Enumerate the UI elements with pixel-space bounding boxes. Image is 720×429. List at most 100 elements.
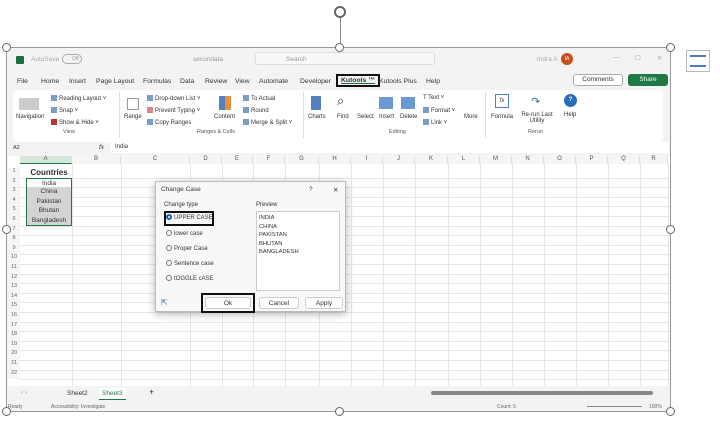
radio-sentence-case[interactable]: Sentence case [166,260,214,267]
column-header[interactable]: N [512,156,544,164]
cell[interactable]: Bhutan [26,206,72,216]
column-header[interactable]: M [480,156,512,164]
snap-button[interactable]: Snap ˅ [51,107,78,114]
radio-proper-case[interactable]: Proper Case [166,245,208,252]
dialog-close-button[interactable]: ✕ [333,186,338,194]
radio-upper-case[interactable]: UPPER CASE [166,214,213,221]
row-header[interactable]: 4 [8,196,20,207]
add-sheet-button[interactable]: + [149,387,154,397]
formula-input[interactable]: India [111,142,669,153]
prevent-typing-button[interactable]: Prevent Typing ˅ [147,107,200,114]
column-header[interactable]: A [20,156,72,164]
row-header[interactable]: 3 [8,187,20,197]
maximize-icon[interactable]: ☐ [635,54,641,62]
radio-toggle-case[interactable]: tOGGLE cASE [166,275,214,282]
row-header[interactable]: 22 [8,369,20,380]
cell[interactable]: India [26,177,72,188]
row-header[interactable]: 8 [8,235,20,245]
apply-button[interactable]: Apply [305,297,343,309]
column-header[interactable]: J [383,156,415,164]
formula-button[interactable]: Formula [491,114,513,120]
rotate-handle-icon[interactable] [334,6,346,18]
column-header[interactable]: B [72,156,121,164]
tab-formulas[interactable]: Formulas [143,78,171,85]
name-box[interactable]: A2 [13,145,20,151]
to-actual-button[interactable]: To Actual [243,95,275,102]
link-button[interactable]: Link ˅ [423,119,447,126]
resize-handle[interactable] [666,43,675,52]
find-button[interactable]: Find [337,114,349,120]
zoom-level[interactable]: 100% [649,404,662,410]
round-button[interactable]: Round [243,107,269,114]
comments-button[interactable]: Comments [573,74,623,86]
dialog-help-button[interactable]: ? [309,186,313,193]
column-header[interactable]: C [121,156,190,164]
resize-handle[interactable] [666,225,675,234]
layout-options-icon[interactable] [686,50,710,72]
tab-automate[interactable]: Automate [259,78,288,85]
external-link-icon[interactable]: ⇱ [161,298,168,307]
row-header[interactable]: 1 [8,168,20,178]
cell[interactable]: Pakistan [26,196,72,207]
column-header[interactable]: E [222,156,253,164]
rerun-button[interactable]: Re-run Last Utility [519,112,555,124]
column-header[interactable]: I [351,156,383,164]
more-button[interactable]: More [464,114,478,120]
column-header[interactable]: K [415,156,448,164]
row-header[interactable]: 18 [8,331,20,341]
format-button[interactable]: Format ˅ [423,107,455,114]
resize-handle[interactable] [666,407,675,416]
resize-handle[interactable] [335,43,344,52]
copy-ranges-button[interactable]: Copy Ranges [147,119,191,126]
row-header[interactable]: 13 [8,283,20,293]
ok-button[interactable]: Ok [205,297,251,309]
tab-page-layout[interactable]: Page Layout [96,78,134,85]
column-header[interactable]: Q [608,156,640,164]
tab-insert[interactable]: Insert [69,78,86,85]
delete-button[interactable]: Delete [400,114,417,120]
tab-data[interactable]: Data [180,78,194,85]
cell[interactable]: Bangladesh [26,216,72,226]
tab-file[interactable]: File [17,78,28,85]
tab-view[interactable]: View [235,78,250,85]
row-header[interactable]: 2 [8,177,20,188]
row-header[interactable]: 21 [8,360,20,370]
close-window-icon[interactable]: ✕ [657,54,662,62]
row-header[interactable]: 10 [8,254,20,264]
navigation-button[interactable]: Navigation [16,114,44,120]
row-header[interactable]: 20 [8,350,20,360]
tab-kutools[interactable]: Kutools ™ [336,74,380,87]
help-button[interactable]: Help [564,112,576,118]
search-input[interactable]: Search [255,52,435,65]
radio-lower-case[interactable]: lower case [166,230,203,237]
autosave-toggle[interactable]: Off [62,54,82,64]
column-header[interactable]: P [576,156,608,164]
horizontal-scrollbar[interactable] [431,391,653,395]
filename[interactable]: secondata [193,56,223,63]
range-button[interactable]: Range [124,114,142,120]
tab-home[interactable]: Home [41,78,59,85]
charts-button[interactable]: Charts [308,114,326,120]
select-button[interactable]: Select [357,114,374,120]
row-header[interactable]: 9 [8,244,20,255]
row-header[interactable]: 12 [8,273,20,284]
row-header[interactable]: 14 [8,292,20,303]
resize-handle[interactable] [335,407,344,416]
content-button[interactable]: Content [214,114,235,120]
cancel-button[interactable]: Cancel [259,297,299,309]
row-header[interactable]: 16 [8,312,20,322]
cell[interactable]: China [26,187,72,197]
insert-button[interactable]: Insert [379,114,394,120]
row-header[interactable]: 17 [8,321,20,332]
tab-developer[interactable]: Developer [300,78,331,85]
resize-handle[interactable] [2,43,11,52]
minimize-icon[interactable]: — [613,54,620,61]
text-button[interactable]: T Text ˅ [423,95,444,101]
column-header[interactable]: O [544,156,576,164]
show-hide-button[interactable]: Show & Hide ˅ [51,119,99,126]
cell[interactable]: Countries [26,168,72,178]
prev-sheet-icon[interactable]: ‹ › [21,389,27,396]
column-header[interactable]: F [253,156,285,164]
merge-split-button[interactable]: Merge & Split ˅ [243,119,292,126]
sheet-tab-sheet2[interactable]: Sheet2 [67,390,88,397]
